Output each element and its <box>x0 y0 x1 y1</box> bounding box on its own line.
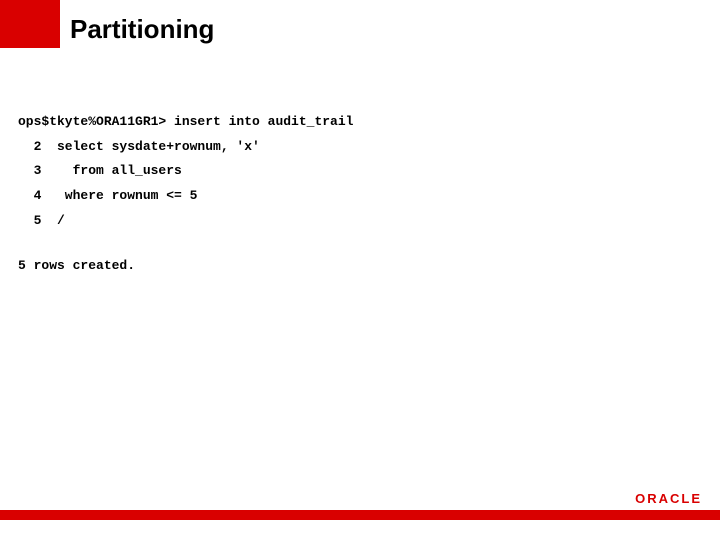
result-text: 5 rows created. <box>18 258 135 273</box>
oracle-logo: ORACLE <box>635 491 702 506</box>
footer-red-bar <box>0 510 720 520</box>
code-line-3: 3 from all_users <box>18 163 182 178</box>
slide-title: Partitioning <box>70 14 214 45</box>
brand-red-square <box>0 0 60 48</box>
code-line-4: 4 where rownum <= 5 <box>18 188 197 203</box>
code-block: ops$tkyte%ORA11GR1> insert into audit_tr… <box>18 110 702 233</box>
code-line-2: 2 select sysdate+rownum, 'x' <box>18 139 260 154</box>
code-line-5: 5 / <box>18 213 65 228</box>
code-line-1: ops$tkyte%ORA11GR1> insert into audit_tr… <box>18 114 353 129</box>
